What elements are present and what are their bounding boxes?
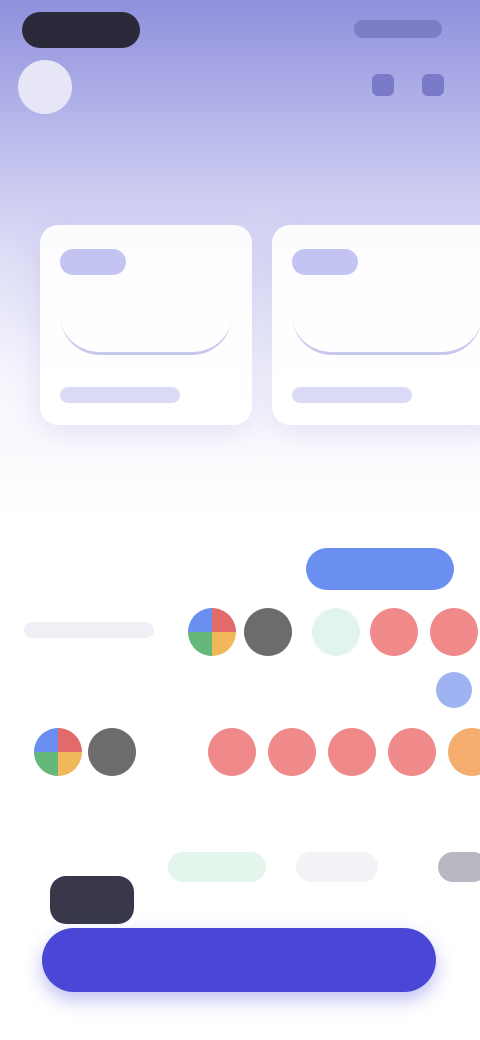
summary-card-2[interactable] xyxy=(272,225,480,425)
row-label xyxy=(24,622,154,638)
palette-swatch-gray[interactable] xyxy=(88,728,136,776)
tag-label xyxy=(144,890,284,910)
selected-badge xyxy=(436,672,472,708)
search-icon[interactable] xyxy=(372,74,394,96)
status-bar-time xyxy=(22,12,140,48)
palette-swatch-orange[interactable] xyxy=(448,728,480,776)
tab-1[interactable] xyxy=(168,852,266,882)
card-tag xyxy=(292,249,358,275)
menu-icon[interactable] xyxy=(422,74,444,96)
color-swatch-red[interactable] xyxy=(430,608,478,656)
palette-swatch-red[interactable] xyxy=(388,728,436,776)
card-subtitle xyxy=(292,387,412,403)
color-swatch-multicolor[interactable] xyxy=(188,608,236,656)
card-tag xyxy=(60,249,126,275)
tab-2[interactable] xyxy=(296,852,378,882)
palette-swatch-multicolor[interactable] xyxy=(34,728,82,776)
color-swatch-red[interactable] xyxy=(370,608,418,656)
tab-3[interactable] xyxy=(438,852,480,882)
palette-swatch-red[interactable] xyxy=(208,728,256,776)
primary-cta-button[interactable] xyxy=(42,928,436,992)
palette-swatch-red[interactable] xyxy=(268,728,316,776)
card-subtitle xyxy=(60,387,180,403)
avatar[interactable] xyxy=(18,60,72,114)
app-title xyxy=(98,70,238,100)
selected-tag-chip[interactable] xyxy=(50,876,134,924)
color-swatch-gray[interactable] xyxy=(244,608,292,656)
color-swatch-mint[interactable] xyxy=(312,608,360,656)
status-bar-indicators xyxy=(354,20,442,38)
card-chart-line xyxy=(60,315,232,355)
summary-card-1[interactable] xyxy=(40,225,252,425)
card-chart-line xyxy=(292,315,480,355)
palette-swatch-red[interactable] xyxy=(328,728,376,776)
section-action-button[interactable] xyxy=(306,548,454,590)
